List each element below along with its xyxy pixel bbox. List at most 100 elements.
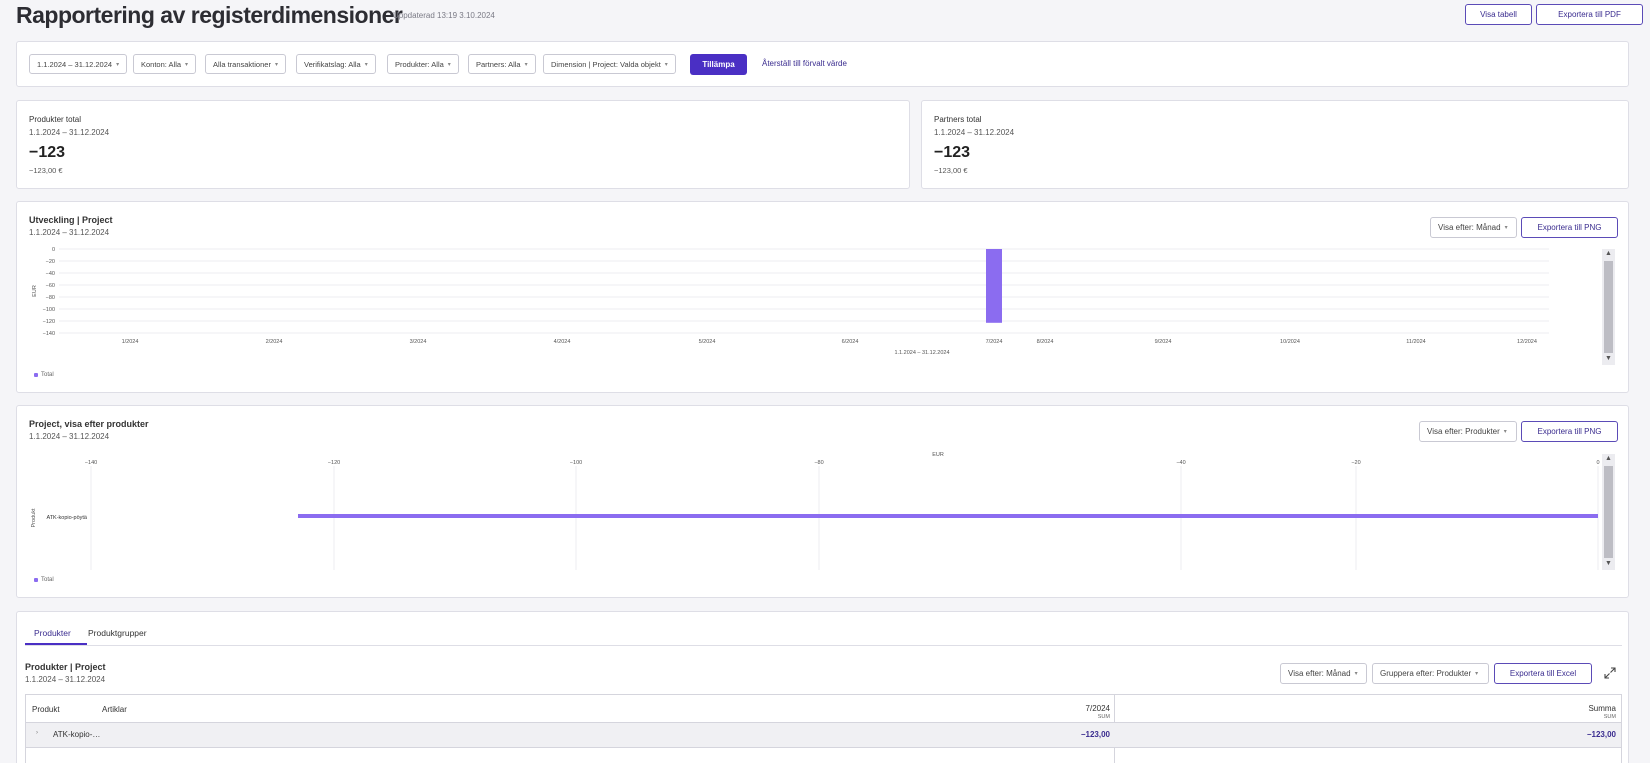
products-filter[interactable]: Produkter: Alla ▾ — [387, 54, 459, 74]
section-range: 1.1.2024 – 31.12.2024 — [25, 675, 106, 684]
x-tick-label: −20 — [1351, 460, 1360, 466]
scroll-up-icon[interactable]: ▲ — [1602, 454, 1615, 464]
kpi-sub-value: −123,00 € — [29, 166, 63, 175]
voucher-type-filter[interactable]: Verifikatslag: Alla ▾ — [296, 54, 376, 74]
table-row[interactable]: › ATK-kopio-… −123,00 −123,00 — [26, 722, 1621, 748]
partners-filter[interactable]: Partners: Alla ▾ — [468, 54, 536, 74]
scroll-thumb[interactable] — [1604, 466, 1613, 558]
kpi-value: −123 — [29, 144, 66, 161]
scroll-down-icon[interactable]: ▼ — [1602, 354, 1615, 364]
x-tick-label: −80 — [814, 460, 823, 466]
y-tick-label: −60 — [46, 283, 55, 289]
x-axis-label: 1.1.2024 – 31.12.2024 — [894, 350, 949, 356]
x-tick-label: −40 — [1176, 460, 1185, 466]
x-tick-label: −140 — [85, 460, 97, 466]
section-range: 1.1.2024 – 31.12.2024 — [29, 432, 110, 441]
y-tick-label: ATK-kopio-pöytä — [46, 515, 87, 521]
reset-link[interactable]: Återställ till förvalt värde — [762, 59, 847, 68]
row-sum-value: −123,00 — [1586, 730, 1616, 739]
x-tick-label: 4/2024 — [554, 339, 571, 345]
scroll-down-icon[interactable]: ▼ — [1602, 559, 1615, 569]
view-by-select-label: Visa efter: Månad — [1438, 223, 1501, 232]
view-by-select[interactable]: Visa efter: Månad ▾ — [1280, 663, 1367, 684]
dimension-filter[interactable]: Dimension | Project: Valda objekt ▾ — [543, 54, 676, 74]
transactions-filter[interactable]: Alla transaktioner ▾ — [205, 54, 286, 74]
data-table: Produkt Artiklar 7/2024 SUM Summa SUM › … — [25, 694, 1622, 763]
accounts-filter[interactable]: Konton: Alla ▾ — [133, 54, 197, 74]
x-axis-label: EUR — [932, 452, 944, 458]
x-tick-label: 7/2024 — [986, 339, 1003, 345]
export-excel-button[interactable]: Exportera till Excel — [1494, 663, 1592, 684]
accounts-filter-label: Konton: Alla — [141, 59, 182, 69]
view-by-select-label: Visa efter: Produkter — [1427, 427, 1500, 436]
by-product-chart-card: Project, visa efter produkter 1.1.2024 –… — [16, 405, 1629, 598]
filter-bar: 1.1.2024 – 31.12.2024 ▾ Konton: Alla ▾ All… — [16, 41, 1629, 87]
chevron-down-icon: ▾ — [447, 61, 451, 68]
chevron-down-icon: ▾ — [664, 61, 668, 68]
section-title: Produkter | Project — [25, 662, 106, 672]
view-by-select[interactable]: Visa efter: Produkter ▾ — [1419, 421, 1517, 442]
development-chart-card: Utveckling | Project 1.1.2024 – 31.12.20… — [16, 201, 1629, 393]
transactions-filter-label: Alla transaktioner — [213, 59, 271, 69]
y-tick-label: −120 — [43, 319, 55, 325]
row-product-name: ATK-kopio-… — [53, 730, 101, 739]
product-bar-chart: EUR −140 −120 −100 −80 −40 −20 0 Produkt ATK-kopi… — [31, 452, 1600, 570]
table-section-card: Produkter Produktgrupper Produkter | Pro… — [16, 611, 1629, 763]
partners-filter-label: Partners: Alla — [476, 59, 521, 69]
chart-scrollbar[interactable]: ▲ ▼ — [1602, 249, 1615, 365]
scroll-thumb[interactable] — [1604, 261, 1613, 353]
expand-row-icon[interactable]: › — [36, 730, 38, 736]
chevron-down-icon: ▾ — [1475, 671, 1479, 677]
x-tick-label: 11/2024 — [1406, 339, 1425, 345]
section-title: Utveckling | Project — [29, 215, 113, 225]
tab-produkter[interactable]: Produkter — [34, 628, 71, 638]
export-png-button[interactable]: Exportera till PNG — [1521, 421, 1618, 442]
kpi-range: 1.1.2024 – 31.12.2024 — [934, 128, 1015, 137]
development-bar-chart: 0 −20 −40 −60 −80 −100 −120 −140 EUR 1/2024 2/2024… — [32, 247, 1549, 356]
kpi-value: −123 — [934, 144, 971, 161]
legend-swatch — [34, 578, 38, 582]
x-tick-label: 9/2024 — [1155, 339, 1172, 345]
x-tick-label: −120 — [328, 460, 340, 466]
tab-produktgrupper[interactable]: Produktgrupper — [88, 628, 147, 638]
y-axis-label: EUR — [32, 285, 38, 297]
chevron-down-icon: ▾ — [1503, 429, 1507, 435]
dimension-filter-label: Dimension | Project: Valda objekt — [551, 59, 661, 69]
x-tick-label: 12/2024 — [1517, 339, 1537, 345]
group-by-select[interactable]: Gruppera efter: Produkter ▾ — [1372, 663, 1489, 684]
chevron-down-icon: ▾ — [524, 61, 528, 68]
legend-label: Total — [41, 372, 54, 378]
chevron-down-icon: ▾ — [274, 61, 278, 68]
page-title: Rapportering av registerdimensioner — [16, 2, 403, 28]
chevron-down-icon: ▾ — [1354, 671, 1358, 677]
export-png-button[interactable]: Exportera till PNG — [1521, 217, 1618, 238]
y-tick-label: −80 — [46, 295, 55, 301]
legend-swatch — [34, 373, 38, 377]
chart-scrollbar[interactable]: ▲ ▼ — [1602, 454, 1615, 570]
show-table-button[interactable]: Visa tabell — [1465, 4, 1532, 25]
x-tick-label: 2/2024 — [266, 339, 283, 345]
column-header-product: Produkt — [32, 705, 60, 714]
voucher-type-filter-label: Verifikatslag: Alla — [304, 59, 361, 69]
view-by-select[interactable]: Visa efter: Månad ▾ — [1430, 217, 1517, 238]
section-range: 1.1.2024 – 31.12.2024 — [29, 228, 110, 237]
kpi-label: Produkter total — [29, 115, 82, 124]
products-filter-label: Produkter: Alla — [395, 59, 444, 69]
x-tick-label: −100 — [570, 460, 582, 466]
column-header-month-sub: SUM — [1097, 714, 1110, 720]
chevron-down-icon: ▾ — [116, 61, 120, 68]
period-filter[interactable]: 1.1.2024 – 31.12.2024 ▾ — [29, 54, 128, 74]
chevron-down-icon: ▾ — [185, 61, 189, 68]
x-tick-label: 10/2024 — [1280, 339, 1300, 345]
expand-icon[interactable] — [1604, 667, 1616, 679]
apply-button[interactable]: Tillämpa — [690, 54, 747, 75]
x-tick-label: 8/2024 — [1037, 339, 1054, 345]
scroll-up-icon[interactable]: ▲ — [1602, 249, 1615, 259]
export-pdf-button[interactable]: Exportera till PDF — [1536, 4, 1643, 25]
legend-label: Total — [41, 577, 54, 583]
y-tick-label: −100 — [43, 307, 55, 313]
kpi-label: Partners total — [934, 115, 982, 124]
column-header-month: 7/2024 — [1085, 704, 1110, 713]
bar-7/2024 — [986, 249, 1002, 323]
chevron-down-icon: ▾ — [364, 61, 368, 68]
